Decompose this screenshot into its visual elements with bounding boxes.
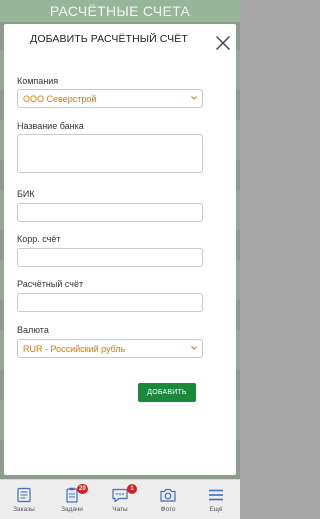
screen-title: РАСЧЁТНЫЕ СЧЕТА <box>0 0 240 22</box>
tab-more-label: Ещё <box>209 506 223 513</box>
tab-chats-label: Чаты <box>112 506 128 513</box>
menu-icon <box>209 489 223 501</box>
dialog-title: ДОБАВИТЬ РАСЧЁТНЫЙ СЧЁТ <box>30 33 188 45</box>
tab-photo[interactable]: Фото <box>144 480 192 519</box>
bank-name-label: Название банка <box>17 121 84 131</box>
settlement-account-field[interactable] <box>17 293 203 312</box>
tab-photo-label: Фото <box>160 506 176 513</box>
tab-more[interactable]: Ещё <box>192 480 240 519</box>
company-select[interactable]: ООО Северстрой <box>17 89 203 108</box>
orders-icon <box>17 487 31 503</box>
tab-orders[interactable]: Заказы <box>0 480 48 519</box>
currency-select-value: RUR - Российский рубль <box>23 344 126 354</box>
bottom-tab-bar: Заказы 20 Задачи 1 Чаты Фото Ещё <box>0 479 240 519</box>
tab-tasks[interactable]: 20 Задачи <box>48 480 96 519</box>
add-account-button[interactable]: ДОБАВИТЬ <box>138 383 196 402</box>
bik-label: БИК <box>17 189 35 199</box>
tasks-badge: 20 <box>77 484 88 494</box>
settlement-account-label: Расчётный счёт <box>17 279 84 289</box>
currency-label: Валюта <box>17 325 49 335</box>
currency-select[interactable]: RUR - Российский рубль <box>17 339 203 358</box>
camera-icon <box>160 488 176 502</box>
company-select-value: ООО Северстрой <box>23 94 97 104</box>
corr-account-field[interactable] <box>17 248 203 267</box>
bik-field[interactable] <box>17 203 203 222</box>
chevron-down-icon <box>191 346 197 350</box>
company-label: Компания <box>17 76 59 86</box>
chats-badge: 1 <box>127 484 137 494</box>
bank-name-field[interactable] <box>17 134 203 173</box>
tab-orders-label: Заказы <box>13 506 35 513</box>
close-icon[interactable] <box>215 35 231 51</box>
add-account-dialog: ДОБАВИТЬ РАСЧЁТНЫЙ СЧЁТ Компания ООО Сев… <box>4 24 236 475</box>
tab-tasks-label: Задачи <box>61 506 83 513</box>
corr-account-label: Корр. счёт <box>17 234 61 244</box>
chevron-down-icon <box>191 96 197 100</box>
tab-chats[interactable]: 1 Чаты <box>96 480 144 519</box>
app-screen: РАСЧЁТНЫЕ СЧЕТА ДОБАВИТЬ РАСЧЁТНЫЙ СЧЁТ … <box>0 0 240 519</box>
